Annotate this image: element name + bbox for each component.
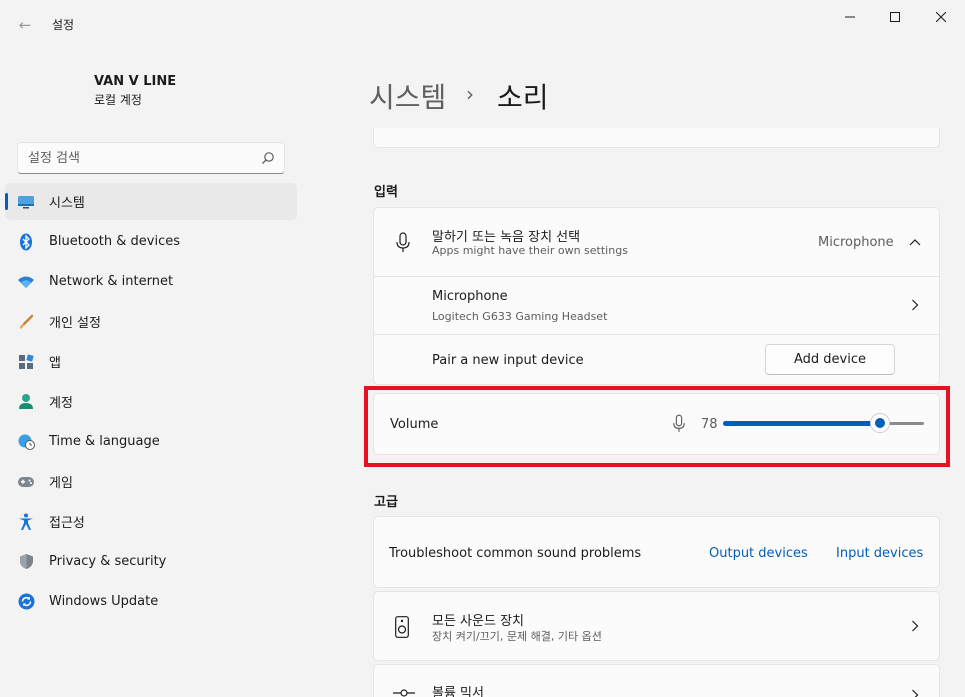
sidebar-item-accessibility[interactable]: 접근성 [5, 503, 297, 540]
sidebar-item-label: 앱 [49, 356, 61, 371]
maximize-button[interactable] [872, 0, 918, 34]
close-icon [936, 12, 946, 22]
maximize-icon [890, 12, 900, 22]
pair-input-device-row: Pair a new input device Add device [374, 334, 939, 386]
app-title: 설정 [52, 18, 75, 32]
input-devices-link[interactable]: Input devices [836, 546, 923, 561]
all-devices-title: 모든 사운드 장치 [432, 614, 524, 629]
bluetooth-icon [17, 233, 35, 251]
all-devices-subtitle: 장치 켜기/끄기, 문제 해결, 기타 옵션 [432, 630, 602, 643]
minimize-icon [845, 16, 855, 18]
sidebar-item-privacy[interactable]: Privacy & security [5, 543, 297, 580]
breadcrumb-parent[interactable]: 시스템 [369, 76, 446, 116]
sidebar-item-label: Network & internet [49, 274, 174, 289]
sidebar-item-label: 시스템 [49, 196, 85, 211]
minimize-button[interactable] [827, 0, 873, 34]
sidebar-item-label: Time & language [49, 434, 160, 449]
sidebar-item-label: 개인 설정 [49, 316, 101, 331]
chevron-up-icon[interactable] [909, 238, 921, 246]
sidebar-item-time-language[interactable]: Time & language [5, 423, 297, 460]
close-button[interactable] [918, 0, 964, 34]
chevron-right-icon [912, 620, 919, 632]
previous-card-edge [373, 128, 940, 148]
sidebar-item-network[interactable]: Network & internet [5, 263, 297, 300]
account-type: 로컬 계정 [94, 93, 142, 107]
system-display-icon [17, 193, 35, 211]
back-arrow-icon: ← [18, 16, 32, 34]
microphone-title: Microphone [432, 289, 508, 304]
accessibility-icon [17, 513, 35, 531]
volume-mixer-title: 볼륨 믹서 [432, 686, 484, 697]
speaker-icon [395, 616, 409, 638]
sidebar-item-windows-update[interactable]: Windows Update [5, 583, 297, 620]
sidebar-item-label: 게임 [49, 476, 73, 491]
settings-window: ← 설정 VAN V LINE 로컬 계정 시스템 [0, 0, 965, 697]
sidebar-item-gaming[interactable]: 게임 [5, 463, 297, 500]
choose-device-subtitle: Apps might have their own settings [432, 244, 628, 257]
shield-icon [17, 553, 35, 571]
sidebar-item-accounts[interactable]: 계정 [5, 383, 297, 420]
sidebar-item-label: Bluetooth & devices [49, 234, 180, 249]
highlight-box [364, 386, 950, 467]
breadcrumb-separator: › [466, 82, 474, 106]
microphone-icon [396, 232, 410, 252]
sidebar-item-bluetooth[interactable]: Bluetooth & devices [5, 223, 297, 260]
gamepad-icon [17, 473, 35, 491]
section-heading-advanced: 고급 [374, 495, 398, 510]
brush-icon [17, 313, 35, 331]
sidebar-item-label: Privacy & security [49, 554, 167, 569]
microphone-device-row[interactable]: Microphone Logitech G633 Gaming Headset [374, 276, 939, 334]
update-icon [17, 593, 35, 611]
account-icon [17, 393, 35, 411]
back-button[interactable]: ← [10, 12, 40, 38]
selected-input-device: Microphone [818, 235, 894, 250]
wifi-icon [17, 273, 35, 291]
search-box [17, 142, 285, 174]
account-name: VAN V LINE [94, 74, 177, 89]
volume-mixer-card[interactable]: 볼륨 믹서 [373, 664, 940, 697]
search-icon[interactable] [261, 151, 275, 165]
mixer-icon [393, 689, 415, 697]
sidebar-nav: 시스템 Bluetooth & devices Network & intern… [5, 183, 297, 623]
chevron-right-icon [912, 689, 919, 697]
sidebar-item-label: 접근성 [49, 516, 85, 531]
pair-device-label: Pair a new input device [432, 353, 584, 368]
section-heading-input: 입력 [374, 185, 398, 200]
input-device-card: 말하기 또는 녹음 장치 선택 Apps might have their ow… [373, 207, 940, 385]
troubleshoot-card: Troubleshoot common sound problems Outpu… [373, 516, 940, 588]
sidebar-item-label: Windows Update [49, 594, 159, 609]
sidebar-item-personalization[interactable]: 개인 설정 [5, 303, 297, 340]
add-device-button[interactable]: Add device [765, 344, 895, 375]
sidebar-item-apps[interactable]: 앱 [5, 343, 297, 380]
globe-clock-icon [17, 433, 35, 451]
sidebar-item-system[interactable]: 시스템 [5, 183, 297, 220]
search-input[interactable] [28, 149, 248, 167]
troubleshoot-label: Troubleshoot common sound problems [389, 546, 642, 561]
microphone-subtitle: Logitech G633 Gaming Headset [432, 310, 608, 323]
choose-device-title: 말하기 또는 녹음 장치 선택 [432, 230, 581, 245]
chevron-right-icon [912, 299, 919, 311]
title-bar: ← 설정 [0, 0, 965, 48]
sidebar-item-label: 계정 [49, 396, 73, 411]
choose-input-device-row[interactable]: 말하기 또는 녹음 장치 선택 Apps might have their ow… [374, 208, 939, 276]
output-devices-link[interactable]: Output devices [709, 546, 808, 561]
page-title: 소리 [497, 81, 549, 114]
apps-icon [17, 353, 35, 371]
all-sound-devices-card[interactable]: 모든 사운드 장치 장치 켜기/끄기, 문제 해결, 기타 옵션 [373, 591, 940, 661]
